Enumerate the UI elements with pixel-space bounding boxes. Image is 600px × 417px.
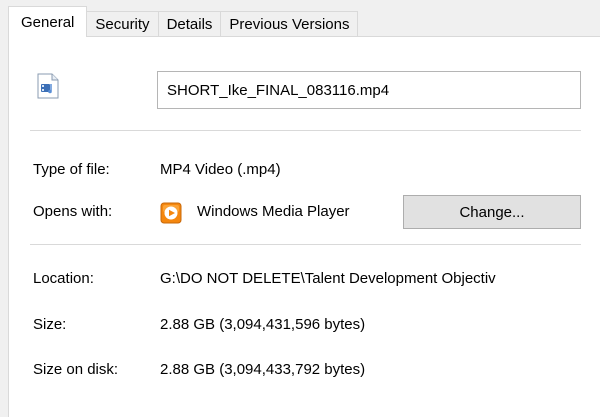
tab-bar: General Security Details Previous Versio…: [8, 6, 359, 37]
change-button[interactable]: Change...: [403, 195, 581, 229]
tab-general-label: General: [21, 13, 75, 31]
opens-with-value: Windows Media Player: [197, 203, 350, 220]
tab-details-label: Details: [166, 16, 213, 33]
location-label: Location:: [33, 270, 94, 287]
tab-details[interactable]: Details: [158, 11, 222, 37]
divider-top: [30, 130, 581, 131]
location-value[interactable]: G:\DO NOT DELETE\Talent Development Obje…: [160, 270, 496, 287]
size-value: 2.88 GB (3,094,431,596 bytes): [160, 316, 366, 333]
tab-security[interactable]: Security: [87, 11, 159, 37]
divider-middle: [30, 244, 581, 245]
windows-media-player-icon: [160, 202, 182, 224]
filename-field[interactable]: SHORT_Ike_FINAL_083116.mp4: [157, 71, 581, 109]
tab-general[interactable]: General: [8, 6, 88, 37]
filename-text: SHORT_Ike_FINAL_083116.mp4: [167, 81, 390, 99]
size-label: Size:: [33, 316, 67, 333]
tab-security-label: Security: [95, 16, 150, 33]
type-of-file-label: Type of file:: [33, 161, 110, 178]
tab-previous-versions-label: Previous Versions: [229, 16, 350, 33]
opens-with-label: Opens with:: [33, 203, 113, 220]
size-on-disk-label: Size on disk:: [33, 361, 119, 378]
size-on-disk-value: 2.88 GB (3,094,433,792 bytes): [160, 361, 366, 378]
tab-previous-versions[interactable]: Previous Versions: [221, 11, 359, 37]
type-of-file-value: MP4 Video (.mp4): [160, 161, 281, 178]
change-button-label: Change...: [459, 203, 525, 221]
video-file-icon: [37, 73, 59, 99]
